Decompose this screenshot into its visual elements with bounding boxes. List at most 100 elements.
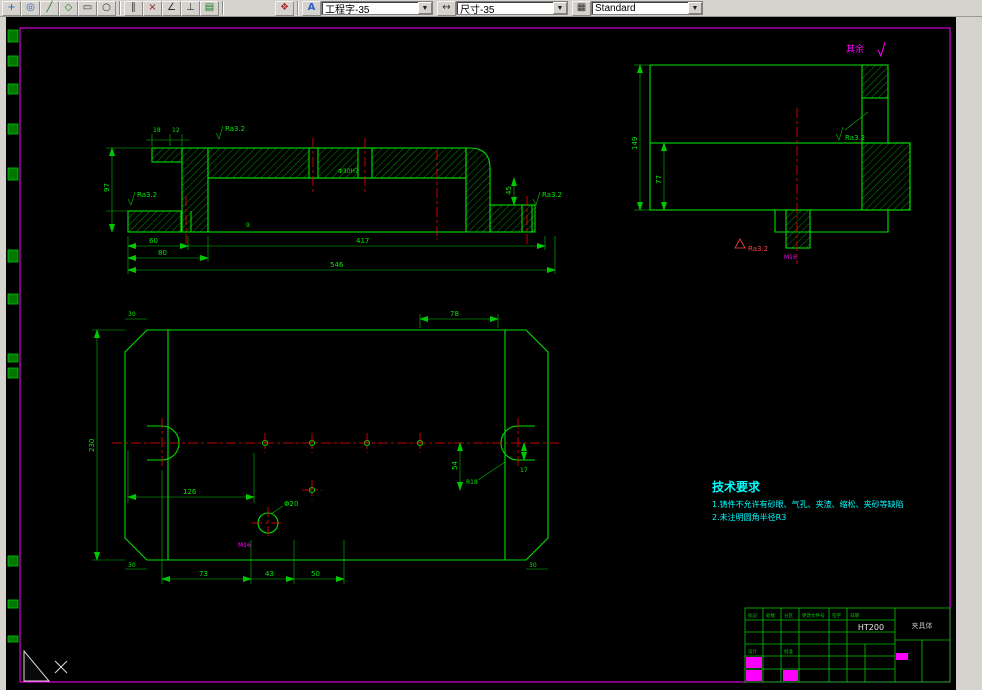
surface-finish-label: Ra3.2 (845, 134, 865, 142)
dim-label: 18 (153, 127, 161, 134)
dim-label: 43 (265, 570, 274, 578)
surface-finish-label: Ra3.2 (542, 191, 562, 199)
thread-label: M16 (784, 254, 797, 261)
dim-label: 30 (128, 562, 136, 569)
text-style-icon[interactable]: A (302, 0, 321, 16)
tech-requirements: 技术要求 1.铸件不允许有砂眼、气孔、夹渣、缩松、夹砂等缺陷 2.未注明圆角半径… (712, 479, 904, 522)
angle-icon-glyph: ∠ (167, 2, 176, 13)
title-block: 标记 处数 分区 更改文件号 签字 日期 设计 审核 工艺 批准 HT200 夹… (744, 607, 951, 683)
mirror-icon-glyph: ∥ (131, 2, 136, 13)
dim-label: 417 (356, 237, 369, 245)
dim-label: 30 (529, 562, 537, 569)
toolbar: + ◎ ╱ ◇ ▭ ○ ∥ × ∠ ⊥ ▤ ❖ A 工程字-35 ▼ ↔ 尺寸-… (0, 0, 982, 17)
dim-style-icon[interactable]: ↔ (437, 0, 456, 16)
margin-blocks (7, 29, 19, 643)
view-front: 18 12 Ra3.2 Ra3.2 Ra3.2 97 45 9 Φ30H7 60… (103, 125, 562, 274)
circle-icon-glyph: ○ (102, 2, 111, 13)
surface-finish-label: Ra3.2 (137, 191, 157, 199)
mirror-icon[interactable]: ∥ (124, 0, 143, 16)
perpendicular-icon-glyph: ⊥ (186, 2, 195, 13)
dim-label: 73 (199, 570, 208, 578)
rectangle-icon[interactable]: ▭ (78, 0, 97, 16)
dim-label: 230 (88, 439, 96, 452)
table-style-icon-glyph: ▦ (576, 2, 587, 13)
tech-req-item: 2.未注明圆角半径R3 (712, 512, 786, 522)
block-icon[interactable]: ❖ (275, 0, 294, 16)
title-block-cell: 日期 (850, 613, 859, 619)
table-style-combo-value: Standard (595, 2, 636, 14)
title-block-cell: 批准 (784, 648, 793, 655)
surface-finish-rest-label: 其余 (846, 43, 864, 55)
crosshair-cursor (54, 660, 68, 674)
dim-label: 97 (103, 183, 111, 192)
polyline-icon[interactable]: ◇ (59, 0, 78, 16)
window-border-right (956, 17, 982, 690)
hatch-icon-glyph: ▤ (204, 2, 215, 13)
rectangle-icon-glyph: ▭ (82, 2, 93, 13)
zoom-icon-glyph: ◎ (26, 2, 35, 13)
pan-icon-glyph: + (7, 2, 16, 13)
dim-label: R18 (466, 479, 478, 486)
dim-label: 50 (311, 570, 320, 578)
text-style-combo-value: 工程字-35 (325, 4, 370, 16)
text-style-icon-glyph: A (307, 2, 316, 13)
cad-window: + ◎ ╱ ◇ ▭ ○ ∥ × ∠ ⊥ ▤ ❖ A 工程字-35 ▼ ↔ 尺寸-… (0, 0, 982, 690)
side-dim-lines (634, 64, 869, 211)
dim-label: 77 (655, 175, 663, 184)
text-style-combo[interactable]: 工程字-35 ▼ (321, 1, 433, 16)
chevron-down-icon[interactable]: ▼ (688, 2, 702, 14)
dim-label: Φ30H7 (338, 168, 359, 175)
part-name-label: 夹具体 (912, 621, 933, 630)
title-block-highlight-cells (746, 653, 908, 681)
toolbar-separator (222, 1, 224, 15)
dim-label: Φ20 (284, 500, 298, 508)
dim-label: 12 (172, 127, 180, 134)
dim-style-combo[interactable]: 尺寸-35 ▼ (456, 1, 568, 16)
zoom-icon[interactable]: ◎ (21, 0, 40, 16)
surface-finish-label: Ra3.2 (225, 125, 245, 133)
perpendicular-icon[interactable]: ⊥ (181, 0, 200, 16)
title-block-cell: 设计 (748, 648, 757, 655)
drawing-canvas[interactable]: 18 12 Ra3.2 Ra3.2 Ra3.2 97 45 9 Φ30H7 60… (6, 17, 956, 690)
datum-triangle-icon (734, 238, 746, 249)
trim-icon-glyph: × (148, 2, 157, 13)
table-style-icon[interactable]: ▦ (572, 0, 591, 16)
surface-finish-label: Ra3.2 (748, 245, 768, 253)
chevron-down-icon[interactable]: ▼ (553, 2, 567, 14)
hatch-icon[interactable]: ▤ (200, 0, 219, 16)
table-style-combo[interactable]: Standard ▼ (591, 1, 703, 15)
surface-finish-check-icon (877, 41, 886, 58)
dim-label: 45 (505, 186, 513, 195)
pan-icon[interactable]: + (2, 0, 21, 16)
title-block-cell: 处数 (766, 612, 775, 619)
dim-label: 17 (520, 467, 528, 474)
dim-label: 9 (246, 222, 250, 229)
line-icon[interactable]: ╱ (40, 0, 59, 16)
view-side: 149 77 Ra3.2 Ra3.2 其余 M16 (631, 41, 911, 264)
dim-label: 546 (330, 261, 344, 269)
chevron-down-icon[interactable]: ▼ (418, 2, 432, 14)
angle-icon[interactable]: ∠ (162, 0, 181, 16)
dim-style-icon-glyph: ↔ (442, 2, 451, 13)
dim-label: 126 (183, 488, 197, 496)
dim-label: 60 (149, 237, 158, 245)
polyline-icon-glyph: ◇ (64, 2, 73, 13)
toolbar-separator (119, 1, 121, 15)
ucs-icon (23, 649, 51, 682)
trim-icon[interactable]: × (143, 0, 162, 16)
material-label: HT200 (858, 623, 884, 632)
tech-req-item: 1.铸件不允许有砂眼、气孔、夹渣、缩松、夹砂等缺陷 (712, 499, 904, 509)
title-block-cell: 分区 (784, 612, 793, 619)
line-icon-glyph: ╱ (46, 2, 53, 13)
dim-label: 30 (128, 311, 136, 318)
view-plan: 78 30 30 30 230 126 Φ20 R18 54 17 73 43 … (88, 310, 560, 584)
dim-label: 80 (158, 249, 167, 257)
dim-style-combo-value: 尺寸-35 (460, 4, 495, 16)
circle-icon[interactable]: ○ (97, 0, 116, 16)
title-block-cell: 标记 (748, 612, 757, 619)
title-block-cell: 更改文件号 (802, 612, 825, 619)
dim-label: 149 (631, 137, 639, 150)
dim-label: 54 (451, 461, 459, 470)
plan-dim-lines (92, 314, 548, 584)
drawing-svg[interactable]: 18 12 Ra3.2 Ra3.2 Ra3.2 97 45 9 Φ30H7 60… (6, 17, 956, 690)
